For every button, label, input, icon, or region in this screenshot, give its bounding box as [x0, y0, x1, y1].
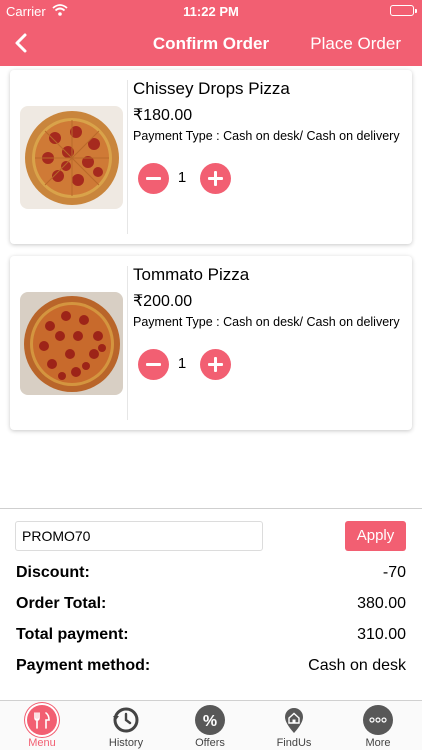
tab-label: History [108, 737, 144, 749]
tab-more[interactable]: More [336, 701, 420, 750]
item-name: Chissey Drops Pizza [133, 79, 290, 98]
tab-offers[interactable]: % Offers [168, 701, 252, 750]
payment-method-label: Payment method: [16, 657, 151, 674]
discount-value: -70 [382, 564, 406, 581]
tab-menu[interactable]: Menu [0, 701, 84, 750]
cart-item: Chissey Drops Pizza ₹180.00 Payment Type… [10, 70, 412, 244]
item-payment-type: Payment Type : Cash on desk/ Cash on del… [133, 315, 400, 329]
total-payment-value: 310.00 [357, 626, 406, 643]
menu-icon [27, 705, 57, 735]
tab-bar: Menu History % Offers FindUs More [0, 700, 422, 750]
nav-bar: Confirm Order Place Order [0, 22, 422, 66]
item-price: ₹200.00 [133, 293, 193, 310]
item-price: ₹180.00 [133, 107, 193, 124]
tab-history[interactable]: History [84, 701, 168, 750]
svg-text:%: % [203, 713, 217, 730]
cart-item: Tommato Pizza ₹200.00 Payment Type : Cas… [10, 256, 412, 430]
status-bar: Carrier 11:22 PM [0, 0, 422, 22]
discount-label: Discount: [16, 564, 90, 581]
item-name: Tommato Pizza [133, 265, 250, 284]
item-quantity: 1 [177, 355, 187, 372]
chevron-left-icon [15, 33, 27, 53]
pizza-image [20, 292, 123, 395]
cart-list: Chissey Drops Pizza ₹180.00 Payment Type… [0, 66, 422, 508]
order-summary: Apply Discount: -70 Order Total: 380.00 … [0, 508, 422, 700]
item-quantity: 1 [177, 169, 187, 186]
tab-label: More [365, 737, 391, 749]
offers-icon: % [195, 705, 225, 735]
history-icon [111, 705, 141, 735]
order-total-value: 380.00 [357, 595, 406, 612]
findus-icon [279, 705, 309, 735]
payment-method-value: Cash on desk [308, 657, 406, 674]
pizza-image [20, 106, 123, 209]
battery-icon [390, 5, 417, 16]
place-order-button[interactable]: Place Order [310, 34, 401, 54]
divider [127, 80, 128, 234]
item-payment-type: Payment Type : Cash on desk/ Cash on del… [133, 129, 400, 143]
total-payment-label: Total payment: [16, 626, 129, 643]
divider [127, 266, 128, 420]
apply-promo-button[interactable]: Apply [345, 521, 406, 551]
promo-code-input[interactable] [15, 521, 263, 551]
order-total-label: Order Total: [16, 595, 107, 612]
tab-label: FindUs [276, 737, 312, 749]
increase-quantity-button[interactable] [200, 163, 231, 194]
decrease-quantity-button[interactable] [138, 349, 169, 380]
tab-label: Offers [195, 737, 225, 749]
status-time: 11:22 PM [183, 4, 239, 19]
tab-label: Menu [28, 737, 56, 749]
more-icon [363, 705, 393, 735]
increase-quantity-button[interactable] [200, 349, 231, 380]
decrease-quantity-button[interactable] [138, 163, 169, 194]
back-button[interactable] [8, 28, 38, 58]
tab-findus[interactable]: FindUs [252, 701, 336, 750]
